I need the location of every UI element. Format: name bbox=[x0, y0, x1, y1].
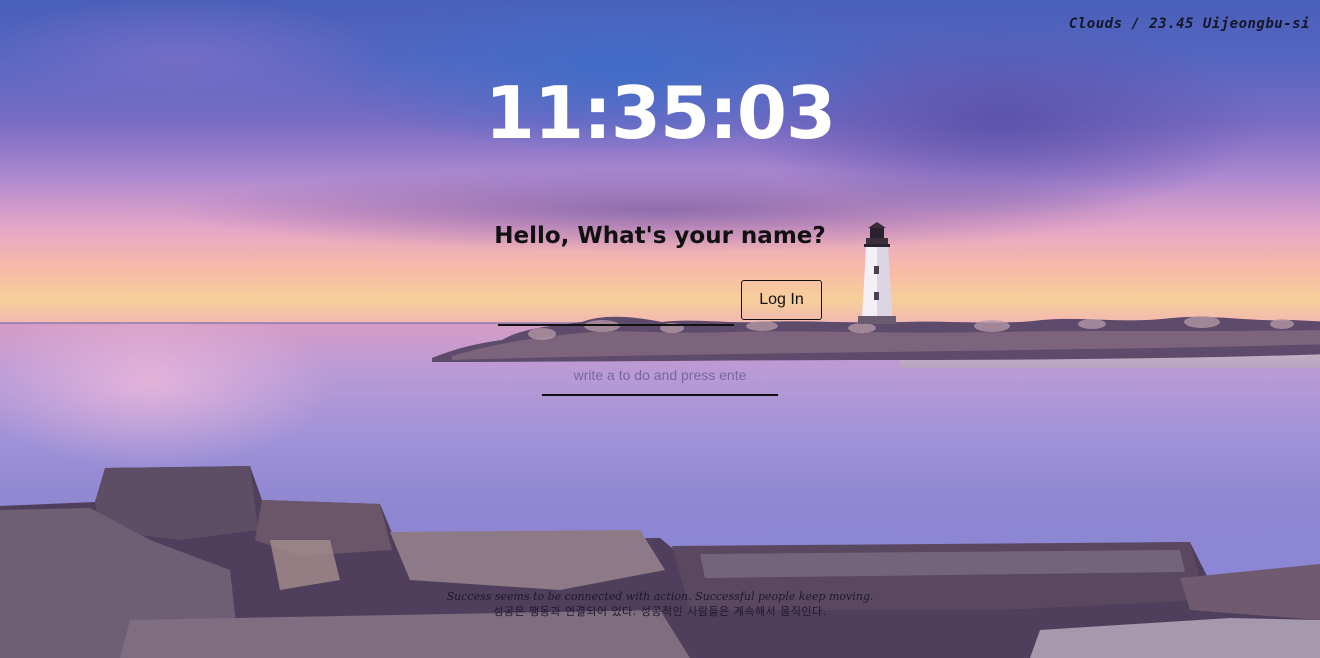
foreground-rocks bbox=[0, 466, 1320, 658]
quote: Success seems to be connected with actio… bbox=[0, 590, 1320, 620]
todo-form bbox=[542, 356, 780, 398]
quote-english: Success seems to be connected with actio… bbox=[446, 590, 874, 603]
login-form: Log In bbox=[496, 280, 826, 330]
login-button[interactable]: Log In bbox=[741, 280, 822, 320]
quote-korean: 성공은 행동과 연결되어 있다. 성공적인 사람들은 계속해서 움직인다. bbox=[493, 605, 827, 618]
weather-info: Clouds / 23.45 Uijeongbu-si bbox=[1068, 16, 1310, 32]
name-input[interactable] bbox=[498, 284, 734, 326]
clock: 11:35:03 bbox=[484, 71, 836, 155]
greeting-heading: Hello, What's your name? bbox=[494, 223, 826, 249]
cloud-band bbox=[0, 150, 1320, 270]
todo-input[interactable] bbox=[542, 356, 778, 396]
